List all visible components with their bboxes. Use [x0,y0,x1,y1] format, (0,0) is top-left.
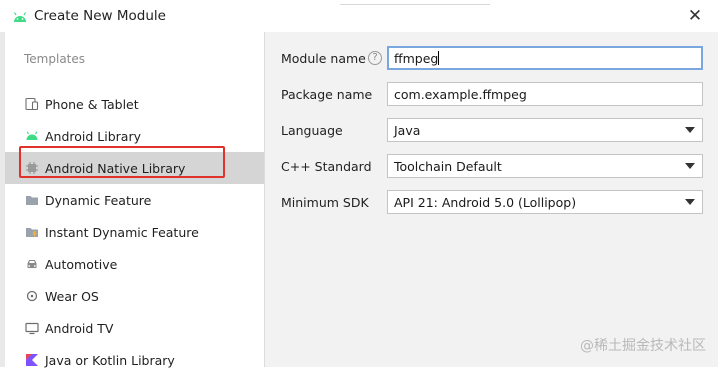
template-item-android-native-library[interactable]: Android Native Library [5,152,264,184]
template-item-android-tv[interactable]: Android TV [5,312,264,344]
watermark-text: @稀土掘金技术社区 [580,338,706,354]
template-item-wear-os[interactable]: Wear OS [5,280,264,312]
cpp-standard-value: Toolchain Default [394,159,502,174]
dialog-title: Create New Module [34,8,166,24]
template-item-instant-dynamic-feature[interactable]: Instant Dynamic Feature [5,216,264,248]
kotlin-icon [25,353,39,367]
template-item-java-kotlin-library[interactable]: Java or Kotlin Library [5,344,264,376]
native-chip-icon [25,161,39,175]
background-window-edge [340,0,490,5]
text-caret [438,51,440,65]
template-item-label: Instant Dynamic Feature [45,224,199,240]
templates-heading: Templates [24,52,86,66]
template-item-label: Android Library [45,128,142,144]
template-item-android-library[interactable]: Android Library [5,120,264,152]
module-name-label: Module name [281,51,366,66]
minimum-sdk-value: API 21: Android 5.0 (Lollipop) [394,195,577,210]
language-label: Language [281,123,343,138]
cpp-standard-dropdown[interactable]: Toolchain Default [387,154,703,178]
chevron-down-icon [685,127,695,133]
package-name-value: com.example.ffmpeg [394,87,527,102]
language-row: Language Java [265,118,718,144]
template-item-label: Phone & Tablet [45,96,139,112]
template-item-label: Wear OS [45,288,99,304]
android-icon [25,129,39,143]
close-icon[interactable]: ✕ [686,7,704,25]
minimum-sdk-row: Minimum SDK API 21: Android 5.0 (Lollipo… [265,190,718,216]
phone-tablet-icon [25,97,39,111]
help-icon[interactable]: ? [368,51,382,65]
watch-icon [25,289,39,303]
template-item-label: Android TV [45,320,114,336]
cpp-standard-label: C++ Standard [281,159,372,174]
template-item-phone-tablet[interactable]: Phone & Tablet [5,88,264,120]
template-item-label: Java or Kotlin Library [45,352,175,368]
cpp-standard-row: C++ Standard Toolchain Default [265,154,718,180]
tv-icon [25,321,39,335]
template-item-automotive[interactable]: Automotive [5,248,264,280]
folder-instant-icon [25,225,39,239]
language-dropdown[interactable]: Java [387,118,703,142]
language-value: Java [394,123,421,138]
chevron-down-icon [685,163,695,169]
module-name-value: ffmpeg [394,51,439,66]
module-config-form: Module name ? ffmpeg Package name com.ex… [265,32,718,367]
template-item-label: Automotive [45,256,118,272]
package-name-row: Package name com.example.ffmpeg [265,82,718,108]
module-name-row: Module name ? ffmpeg [265,46,718,72]
minimum-sdk-dropdown[interactable]: API 21: Android 5.0 (Lollipop) [387,190,703,214]
chevron-down-icon [685,199,695,205]
template-item-dynamic-feature[interactable]: Dynamic Feature [5,184,264,216]
package-name-input[interactable]: com.example.ffmpeg [387,82,703,106]
templates-sidebar: Templates Phone & Tablet Android Library [0,32,265,368]
car-icon [25,257,39,271]
template-item-label: Dynamic Feature [45,192,152,208]
minimum-sdk-label: Minimum SDK [281,195,369,210]
package-name-label: Package name [281,87,373,102]
folder-icon [25,193,39,207]
module-name-input[interactable]: ffmpeg [387,46,703,70]
template-item-label: Android Native Library [45,160,186,176]
dialog-body: Templates Phone & Tablet Android Library [0,32,718,368]
android-studio-logo-icon [12,9,28,23]
